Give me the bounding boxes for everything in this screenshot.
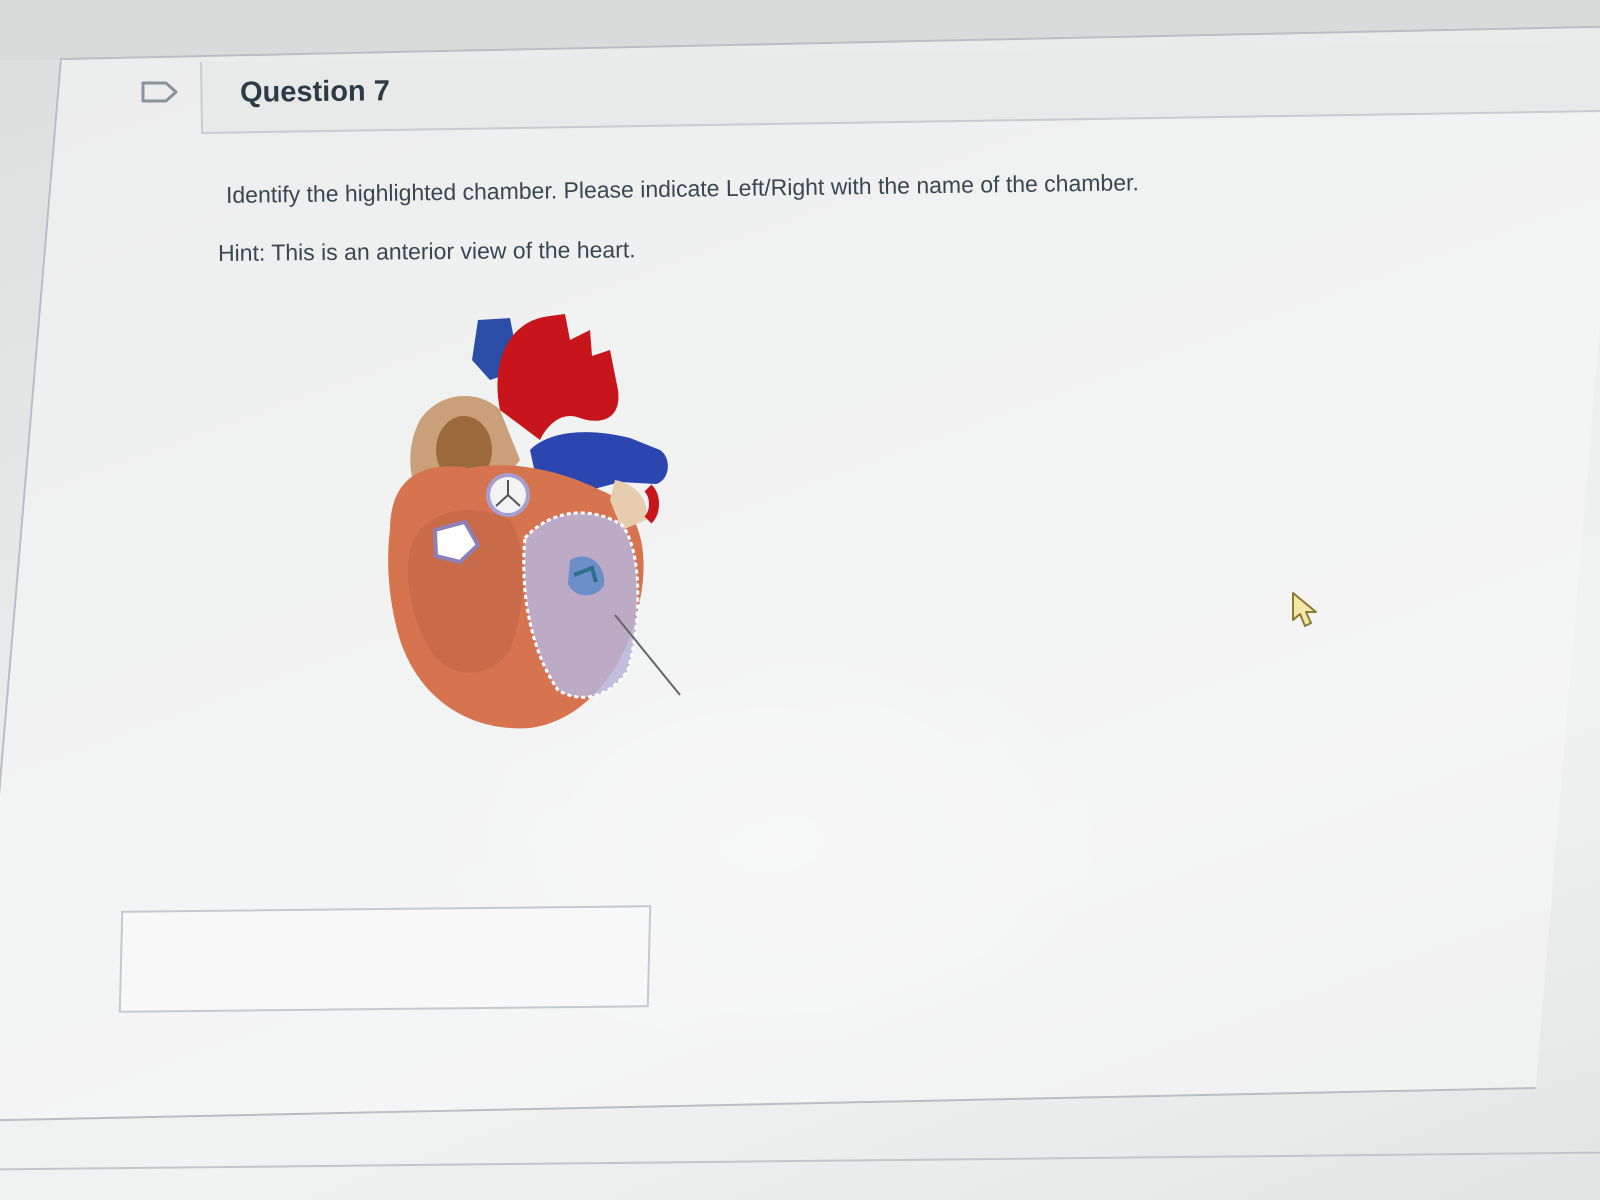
bookmark-flag-icon[interactable] [140,80,180,104]
mouse-cursor-icon [1292,592,1317,627]
aortic-arch [497,314,619,440]
question-hint: Hint: This is an anterior view of the he… [217,236,636,266]
answer-input[interactable] [118,905,652,1013]
question-title: Question 7 [239,75,391,109]
quiz-screen: Question 7 Identify the highlighted cham… [0,0,1600,1200]
footer-divider [0,1151,1600,1171]
heart-anatomy-image [388,314,681,729]
